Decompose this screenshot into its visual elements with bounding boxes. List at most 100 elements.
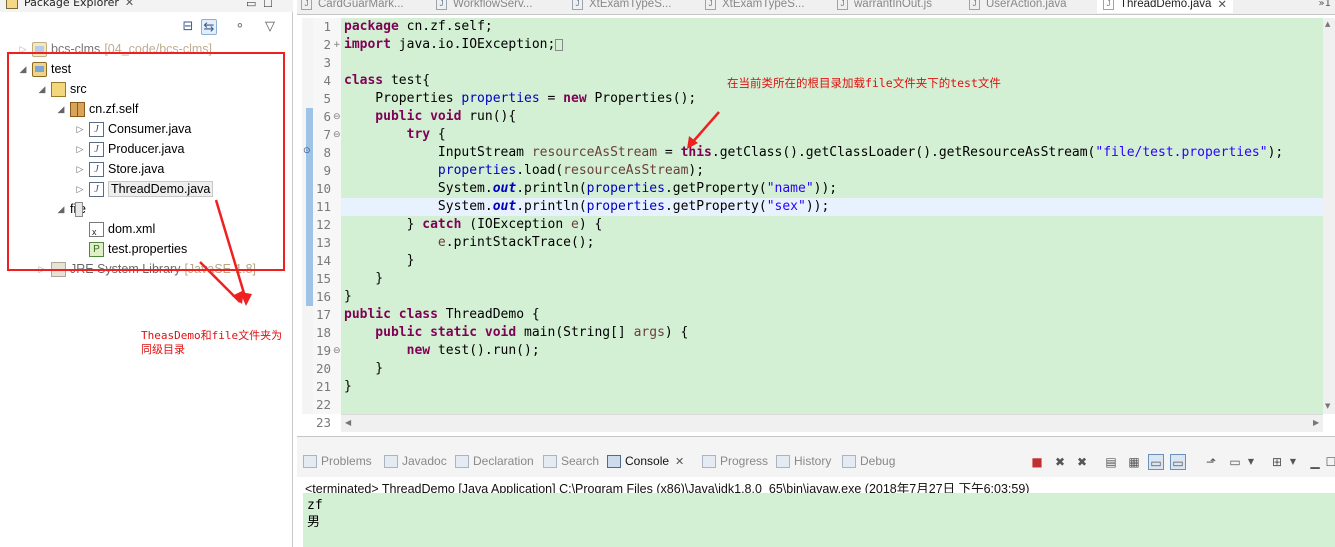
line-number: 21 xyxy=(315,379,331,394)
package-explorer-view: Package Explorer ✕ ▭ ☐ ⊟ ⇆ ⚬ ▽ ▷ bcs-clm… xyxy=(0,0,293,547)
tab-debug[interactable]: Debug xyxy=(842,454,895,468)
arrow-head-icon xyxy=(232,290,244,304)
line-number: 1 xyxy=(323,19,331,34)
bottom-tabbar: Problems Javadoc Declaration Search Cons… xyxy=(297,437,1335,477)
search-icon xyxy=(543,454,557,468)
tab-javadoc[interactable]: Javadoc xyxy=(384,454,447,468)
js-file-icon: J xyxy=(837,0,848,10)
line-number: 4 xyxy=(323,73,331,88)
minimize-icon[interactable]: ▁ xyxy=(1307,454,1323,470)
editor-tab[interactable]: J CardGuarMark... xyxy=(301,0,404,13)
code-area[interactable]: package cn.zf.self; import java.io.IOExc… xyxy=(341,18,1323,414)
tab-search[interactable]: Search xyxy=(543,454,599,468)
line-number: 3 xyxy=(323,55,331,70)
line-number: 5 xyxy=(323,91,331,106)
annotation-arrows xyxy=(199,199,252,306)
line-number: 11 xyxy=(315,199,331,214)
editor-left-ruler: ⊙ xyxy=(302,18,313,414)
java-editor: J CardGuarMark... J WorkflowServ... J XtExa… xyxy=(297,0,1335,432)
show-when-stdout-icon[interactable]: ▭ xyxy=(1148,454,1164,470)
fold-collapse-icon[interactable]: ⊖ xyxy=(333,108,341,126)
tab-problems[interactable]: Problems xyxy=(303,454,372,468)
code-line: System.out.println(properties.getPropert… xyxy=(344,199,830,214)
line-number: 2 xyxy=(323,37,331,52)
fold-expand-icon[interactable]: + xyxy=(333,36,341,54)
code-line: public static void main(String[] args) { xyxy=(344,325,689,340)
java-file-icon: J xyxy=(572,0,583,10)
console-output[interactable]: zf 男 xyxy=(303,493,1335,547)
remove-all-terminated-icon[interactable]: ✖ xyxy=(1074,454,1090,470)
code-line: new test().run(); xyxy=(344,343,540,358)
terminate-icon[interactable]: ■ xyxy=(1029,454,1045,470)
chevron-down-icon[interactable]: ▼ xyxy=(1243,454,1259,470)
console-output-line: 男 xyxy=(307,515,321,530)
code-line: Properties properties = new Properties()… xyxy=(344,91,697,106)
scroll-left-icon[interactable]: ◀ xyxy=(345,418,351,427)
line-number: 8 xyxy=(323,145,331,160)
scroll-up-icon[interactable]: ▲ xyxy=(1325,20,1330,28)
history-icon xyxy=(776,454,790,468)
line-number: 22 xyxy=(315,397,331,412)
line-number: 18 xyxy=(315,325,331,340)
code-line: public void run(){ xyxy=(344,109,517,124)
tab-progress[interactable]: Progress xyxy=(702,454,768,468)
editor-tab[interactable]: J XtExamTypeS... xyxy=(572,0,671,13)
line-number: 9 xyxy=(323,163,331,178)
pin-console-icon[interactable]: ⬏ xyxy=(1203,454,1219,470)
display-console-icon[interactable]: ▭ xyxy=(1227,454,1243,470)
fold-collapse-icon[interactable]: ⊖ xyxy=(333,126,341,144)
java-file-icon: J xyxy=(1103,0,1114,10)
selection-marker xyxy=(306,108,313,306)
remove-launch-icon[interactable]: ✖ xyxy=(1052,454,1068,470)
java-file-icon: J xyxy=(436,0,447,10)
editor-annotation-arrow xyxy=(687,111,720,149)
scroll-down-icon[interactable]: ▼ xyxy=(1325,402,1330,410)
tab-declaration[interactable]: Declaration xyxy=(455,454,534,468)
editor-tab[interactable]: J UserAction.java xyxy=(969,0,1067,13)
tab-console[interactable]: Console ✕ xyxy=(607,454,684,468)
line-number: 12 xyxy=(315,217,331,232)
editor-tabbar: J CardGuarMark... J WorkflowServ... J XtExa… xyxy=(297,0,1335,15)
scroll-lock-icon[interactable]: ▦ xyxy=(1126,454,1142,470)
line-number: 15 xyxy=(315,271,331,286)
editor-annotation: 在当前类所在的根目录加载file文件夹下的test文件 xyxy=(727,76,1001,90)
java-file-icon: J xyxy=(705,0,716,10)
editor-vertical-scrollbar[interactable]: ▲ ▼ xyxy=(1323,18,1335,414)
line-number: 16 xyxy=(315,289,331,304)
more-tabs-icon[interactable]: »1 xyxy=(1319,0,1331,9)
annotation-arrow-line xyxy=(214,199,248,301)
editor-tab-active[interactable]: J ThreadDemo.java ✕ xyxy=(1097,0,1234,13)
code-line: } xyxy=(344,253,415,268)
line-number-gutter: 1 2 3 4 5 6 7 8 9 10 11 12 13 14 15 16 1… xyxy=(313,18,341,430)
show-when-stderr-icon[interactable]: ▭ xyxy=(1170,454,1186,470)
editor-tab[interactable]: JwarrantInOut.js xyxy=(837,0,932,13)
code-line: } xyxy=(344,289,352,304)
clear-console-icon[interactable]: ▤ xyxy=(1103,454,1119,470)
annotation-note: TheasDemo和file文件夹为 同级目录 xyxy=(141,329,283,356)
line-number: 17 xyxy=(315,307,331,322)
folded-imports-icon[interactable] xyxy=(555,38,564,51)
code-line: properties.load(resourceAsStream); xyxy=(437,163,705,178)
debug-icon xyxy=(842,454,856,468)
java-file-icon: J xyxy=(301,0,312,10)
code-line: System.out.println(properties.getPropert… xyxy=(344,181,838,196)
editor-tab[interactable]: J WorkflowServ... xyxy=(436,0,532,13)
code-line: public class ThreadDemo { xyxy=(344,307,540,322)
chevron-down-icon[interactable]: ▼ xyxy=(1285,454,1301,470)
problems-icon xyxy=(303,454,317,468)
editor-horizontal-scrollbar[interactable]: ◀ ▶ xyxy=(341,414,1323,432)
code-line: e.printStackTrace(); xyxy=(437,235,595,250)
console-view: Problems Javadoc Declaration Search Cons… xyxy=(297,436,1335,547)
line-number: 14 xyxy=(315,253,331,268)
line-number: 6 xyxy=(323,109,331,124)
close-icon[interactable]: ✕ xyxy=(675,455,684,468)
editor-tab[interactable]: J XtExamTypeS... xyxy=(705,0,804,13)
code-line: } xyxy=(344,379,352,394)
open-console-icon[interactable]: ⊞ xyxy=(1269,454,1285,470)
code-line: class test{ xyxy=(344,73,431,88)
tab-history[interactable]: History xyxy=(776,454,831,468)
fold-collapse-icon[interactable]: ⊖ xyxy=(333,342,341,360)
close-icon[interactable]: ✕ xyxy=(1217,0,1227,11)
maximize-icon[interactable]: ☐ xyxy=(1323,454,1335,470)
scroll-right-icon[interactable]: ▶ xyxy=(1313,418,1319,427)
